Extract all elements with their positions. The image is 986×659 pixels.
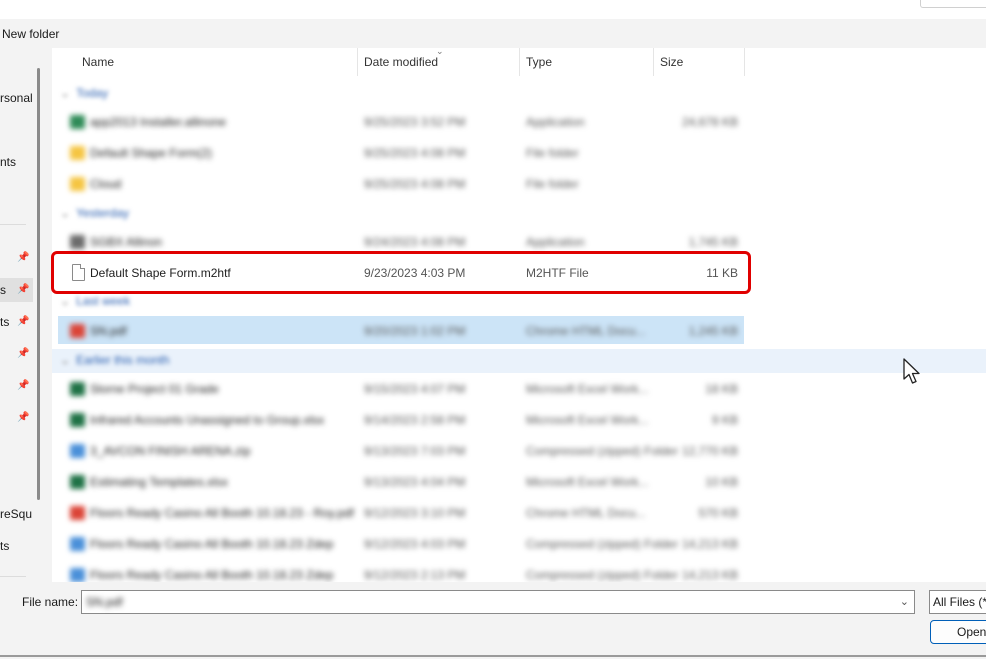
folder-icon <box>70 177 85 191</box>
file-row[interactable]: 3_AVCON FINISH ARENA.zip 9/13/2023 7:03 … <box>58 436 744 466</box>
nav-item-quick-5[interactable]: 📌 <box>0 374 33 398</box>
file-row-selected[interactable]: SN.pdf 9/20/2023 1:02 PM Chrome HTML Doc… <box>58 316 744 344</box>
nav-item-quick-6[interactable]: 📌 <box>0 406 33 430</box>
excel-icon <box>70 382 85 396</box>
hover-row-highlight <box>52 349 986 373</box>
column-header-type[interactable]: Type <box>520 48 654 76</box>
excel-icon <box>70 413 85 427</box>
file-row[interactable]: Slorne Project 01 Grade 9/15/2023 4:07 P… <box>58 374 744 404</box>
chevron-down-icon[interactable]: ⌄ <box>900 595 909 608</box>
file-row-default-shape-form[interactable]: Default Shape Form.m2htf 9/23/2023 4:03 … <box>58 258 744 288</box>
file-row[interactable]: Floors Ready Casino All Booth 10.18.23 -… <box>58 498 744 528</box>
chevron-down-icon: ⌄ <box>60 86 71 100</box>
search-field-edge[interactable] <box>920 0 986 8</box>
file-row[interactable]: SGBX Allinon 9/24/2023 4:08 PM Applicati… <box>58 227 744 257</box>
nav-scrollbar[interactable] <box>37 68 40 500</box>
nav-item-personal[interactable]: rsonal <box>0 86 33 110</box>
nav-item-quick-4[interactable]: 📌 <box>0 342 33 366</box>
new-folder-button[interactable]: New folder <box>2 27 59 41</box>
nav-item-squarespace[interactable]: reSqu <box>0 502 33 526</box>
file-name-input[interactable]: SN.pdf ⌄ <box>81 590 915 614</box>
nav-item-quick-1[interactable]: 📌 <box>0 246 33 270</box>
file-row[interactable]: Infrared Accounts Unassigned to Group.xl… <box>58 405 744 435</box>
pin-icon: 📌 <box>17 412 30 423</box>
file-name-label: File name: <box>22 595 79 609</box>
sort-caret-icon: ⌄ <box>436 46 444 56</box>
chevron-down-icon: ⌄ <box>60 353 71 367</box>
chevron-down-icon: ⌄ <box>60 294 71 308</box>
excel-icon <box>70 475 85 489</box>
zip-folder-icon <box>70 568 85 582</box>
chrome-pdf-icon <box>70 506 85 520</box>
dialog-footer: File name: SN.pdf ⌄ All Files (*.*) Open <box>0 582 986 659</box>
file-list: Name Date modified Type Size ⌄ Today app2… <box>52 48 986 582</box>
nav-item-documents-pinned[interactable]: ts 📌 <box>0 310 33 334</box>
application-icon <box>70 115 85 129</box>
nav-divider <box>0 576 26 577</box>
file-row[interactable]: app2013 Installer.allinone 9/25/2023 3:5… <box>58 107 744 137</box>
zip-folder-icon <box>70 537 85 551</box>
column-header-name[interactable]: Name <box>76 48 358 76</box>
file-row[interactable]: Floors Ready Casino All Booth 10.18.23 Z… <box>58 560 744 582</box>
file-row[interactable]: Estimating Templates.xlsx 9/13/2023 4:04… <box>58 467 744 497</box>
pin-icon: 📌 <box>17 284 30 295</box>
zip-folder-icon <box>70 444 85 458</box>
command-bar: New folder <box>0 19 986 48</box>
document-icon <box>72 264 85 281</box>
window-bottom-border <box>0 655 986 657</box>
group-header-today[interactable]: ⌄ Today <box>60 86 108 100</box>
nav-item-documents[interactable]: nts <box>0 150 33 174</box>
column-header-size[interactable]: Size <box>654 48 745 76</box>
file-row[interactable]: Floors Ready Casino All Booth 10.18.23 Z… <box>58 529 744 559</box>
nav-divider <box>0 224 26 225</box>
top-strip <box>0 0 986 19</box>
file-row[interactable]: Default Shape Form(2) 9/25/2023 4:08 PM … <box>58 138 744 168</box>
pin-icon: 📌 <box>17 252 30 263</box>
application-icon <box>70 235 85 249</box>
nav-item-documents-2[interactable]: ts <box>0 534 33 558</box>
folder-icon <box>70 146 85 160</box>
group-header-earlier-this-month[interactable]: ⌄ Earlier this month <box>60 353 169 367</box>
mouse-cursor-icon <box>903 358 920 384</box>
chevron-down-icon: ⌄ <box>60 206 71 220</box>
group-header-yesterday[interactable]: ⌄ Yesterday <box>60 206 129 220</box>
pin-icon: 📌 <box>17 316 30 327</box>
open-button[interactable]: Open <box>930 620 986 644</box>
chrome-pdf-icon <box>70 324 85 338</box>
file-row[interactable]: Cloud 9/25/2023 4:08 PM File folder <box>58 169 744 199</box>
navigation-pane: rsonal nts 📌 s 📌 ts 📌 📌 📌 📌 reSqu ts <box>0 48 33 582</box>
nav-item-downloads[interactable]: s 📌 <box>0 278 33 302</box>
pin-icon: 📌 <box>17 348 30 359</box>
file-type-filter-select[interactable]: All Files (*.*) <box>929 590 986 614</box>
group-header-last-week[interactable]: ⌄ Last week <box>60 294 130 308</box>
pin-icon: 📌 <box>17 380 30 391</box>
